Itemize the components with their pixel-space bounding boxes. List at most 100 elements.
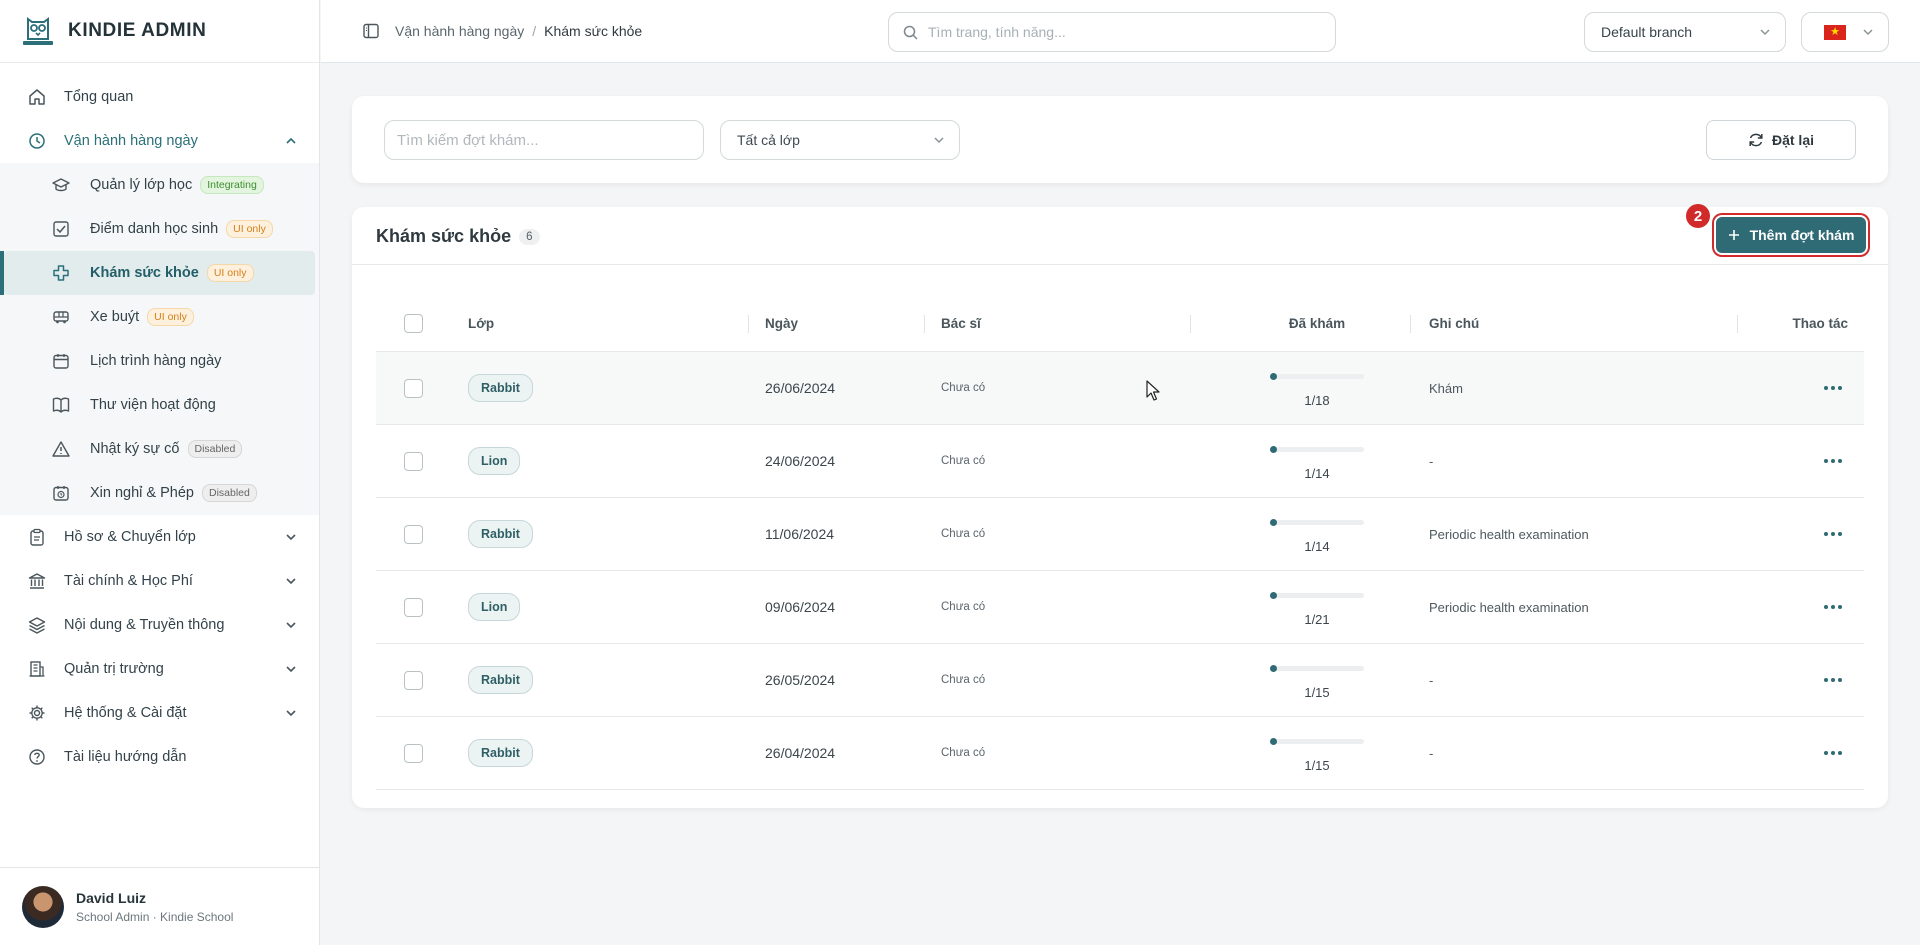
chevron-down-icon xyxy=(934,137,944,144)
row-note: Periodic health examination xyxy=(1429,599,1589,615)
chevron-down-icon xyxy=(286,578,296,585)
breadcrumb: Vận hành hàng ngày / Khám sức khỏe xyxy=(395,23,642,39)
medical-cross-icon xyxy=(53,265,69,281)
table-row[interactable]: Rabbit 26/04/2024 Chưa có 1/15 - xyxy=(376,717,1864,790)
sidebar-item-school-admin[interactable]: Quản trị trường xyxy=(0,647,319,691)
row-checkbox[interactable] xyxy=(404,451,423,471)
sidebar-item-system-settings[interactable]: Hệ thống & Cài đặt xyxy=(0,691,319,735)
count-badge: 6 xyxy=(519,229,540,246)
plus-icon xyxy=(1728,230,1739,240)
row-actions-menu-icon[interactable] xyxy=(1824,751,1842,755)
language-select[interactable]: ★ xyxy=(1801,12,1889,52)
row-actions-menu-icon[interactable] xyxy=(1824,459,1842,463)
sidebar-item-daily-schedule[interactable]: Lịch trình hàng ngày xyxy=(0,339,319,383)
class-filter-select[interactable]: Tất cả lớp xyxy=(720,120,960,160)
chevron-down-icon xyxy=(286,710,296,717)
column-header-date[interactable]: Ngày xyxy=(765,316,941,331)
sidebar-item-label: Điểm danh học sinh xyxy=(90,220,219,237)
progress-fill xyxy=(1270,592,1277,599)
row-actions-menu-icon[interactable] xyxy=(1824,532,1842,536)
brand[interactable]: KINDIE ADMIN xyxy=(0,0,319,63)
health-exam-table-card: Khám sức khỏe 6 2 Thêm đợt khám Lớp Ngày … xyxy=(352,204,1888,808)
progress-fill xyxy=(1270,738,1277,745)
chevron-down-icon xyxy=(286,534,296,541)
row-checkbox[interactable] xyxy=(404,597,423,617)
sidebar-toggle-icon[interactable] xyxy=(363,23,379,39)
card-header: Khám sức khỏe 6 2 Thêm đợt khám xyxy=(352,204,1888,265)
page-title: Khám sức khỏe 6 xyxy=(376,226,540,247)
progress-fill xyxy=(1270,373,1277,380)
column-header-doctor[interactable]: Bác sĩ xyxy=(941,316,1207,331)
row-done-count: 1/18 xyxy=(1304,393,1330,408)
row-date: 26/06/2024 xyxy=(765,380,836,396)
sidebar-item-health-check[interactable]: Khám sức khỏe UI only xyxy=(0,251,315,295)
status-badge: UI only xyxy=(206,264,254,282)
status-badge: Disabled xyxy=(202,484,257,502)
table-header: Lớp Ngày Bác sĩ Đã khám Ghi chú Thao tác xyxy=(376,295,1864,352)
sidebar-item-content-media[interactable]: Nội dung & Truyền thông xyxy=(0,603,319,647)
top-header: Vận hành hàng ngày / Khám sức khỏe Default… xyxy=(321,0,1920,63)
sidebar-item-label: Vận hành hàng ngày xyxy=(64,133,198,149)
exam-search-input[interactable] xyxy=(397,131,691,149)
exam-search-field[interactable] xyxy=(384,120,704,160)
column-divider xyxy=(1190,315,1191,333)
table-row[interactable]: Rabbit 26/06/2024 Chưa có 1/18 Khám xyxy=(376,352,1864,425)
sidebar-item-label: Nhật ký sự cố xyxy=(90,440,180,457)
row-checkbox[interactable] xyxy=(404,670,423,690)
table-row[interactable]: Rabbit 26/05/2024 Chưa có 1/15 - xyxy=(376,644,1864,717)
chevron-down-icon xyxy=(1760,29,1770,36)
progress-fill xyxy=(1270,665,1277,672)
column-header-done[interactable]: Đã khám xyxy=(1207,316,1427,331)
global-search[interactable] xyxy=(888,12,1336,52)
row-date: 11/06/2024 xyxy=(765,526,835,542)
sidebar-item-finance[interactable]: Tài chính & Học Phí xyxy=(0,559,319,603)
warning-icon xyxy=(52,441,70,457)
sidebar-nav: Tổng quan Vận hành hàng ngày Quản lý lớp… xyxy=(0,63,319,779)
column-header-note[interactable]: Ghi chú xyxy=(1427,316,1754,331)
row-checkbox[interactable] xyxy=(404,524,423,544)
row-note: - xyxy=(1429,672,1434,688)
row-actions-menu-icon[interactable] xyxy=(1824,386,1842,390)
class-filter-value: Tất cả lớp xyxy=(737,132,800,148)
column-divider xyxy=(924,315,925,333)
select-all-checkbox[interactable] xyxy=(404,313,423,333)
row-checkbox[interactable] xyxy=(404,378,423,398)
brand-name: KINDIE ADMIN xyxy=(68,20,207,41)
row-doctor: Chưa có xyxy=(941,528,986,540)
column-header-actions: Thao tác xyxy=(1792,315,1848,331)
branch-select[interactable]: Default branch xyxy=(1584,12,1786,52)
row-actions-menu-icon[interactable] xyxy=(1824,678,1842,682)
sidebar-item-incident-log[interactable]: Nhật ký sự cố Disabled xyxy=(0,427,319,471)
column-divider xyxy=(1410,315,1411,333)
user-profile[interactable]: David Luiz School Admin · Kindie School xyxy=(0,867,320,945)
sidebar-item-bus[interactable]: Xe buýt UI only xyxy=(0,295,319,339)
column-header-class[interactable]: Lớp xyxy=(468,316,765,331)
sidebar-item-label: Hệ thống & Cài đặt xyxy=(64,705,187,721)
row-date: 26/04/2024 xyxy=(765,745,836,761)
sidebar-item-attendance[interactable]: Điểm danh học sinh UI only xyxy=(0,207,319,251)
row-note: Periodic health examination xyxy=(1429,526,1589,542)
reset-button[interactable]: Đặt lại xyxy=(1706,120,1856,160)
add-exam-button[interactable]: Thêm đợt khám xyxy=(1716,217,1866,253)
global-search-input[interactable] xyxy=(928,24,1308,40)
sidebar-item-overview[interactable]: Tổng quan xyxy=(0,75,319,119)
sidebar-item-records-transfer[interactable]: Hồ sơ & Chuyển lớp xyxy=(0,515,319,559)
table-row[interactable]: Lion 24/06/2024 Chưa có 1/14 - xyxy=(376,425,1864,498)
progress-bar xyxy=(1270,738,1364,745)
row-doctor: Chưa có xyxy=(941,674,986,686)
sidebar-item-class-management[interactable]: Quản lý lớp học Integrating xyxy=(0,163,319,207)
row-done-count: 1/21 xyxy=(1304,612,1330,627)
sidebar-item-daily-operations[interactable]: Vận hành hàng ngày xyxy=(0,119,319,163)
row-actions-menu-icon[interactable] xyxy=(1824,605,1842,609)
row-checkbox[interactable] xyxy=(404,743,423,763)
breadcrumb-parent[interactable]: Vận hành hàng ngày xyxy=(395,23,524,39)
table-row[interactable]: Lion 09/06/2024 Chưa có 1/21 Periodic he… xyxy=(376,571,1864,644)
table-row[interactable]: Rabbit 11/06/2024 Chưa có 1/14 Periodic … xyxy=(376,498,1864,571)
avatar xyxy=(22,885,64,928)
column-divider xyxy=(1737,315,1738,333)
sidebar-item-leave-requests[interactable]: Xin nghỉ & Phép Disabled xyxy=(0,471,319,515)
page-title-text: Khám sức khỏe xyxy=(376,226,512,246)
sidebar-item-documentation[interactable]: Tài liệu hướng dẫn xyxy=(0,735,319,779)
building-icon xyxy=(29,661,45,677)
sidebar-item-activity-library[interactable]: Thư viện hoạt động xyxy=(0,383,319,427)
